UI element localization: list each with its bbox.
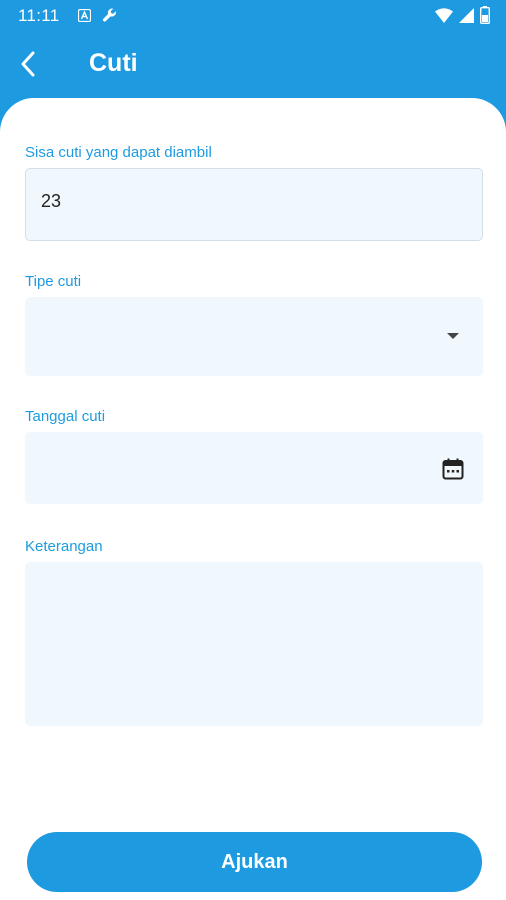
- wrench-icon: [102, 8, 116, 22]
- battery-icon: [480, 6, 490, 24]
- leave-date-label: Tanggal cuti: [25, 408, 106, 425]
- status-time: 11:11: [18, 6, 60, 25]
- wifi-icon: [435, 7, 453, 23]
- notes-textarea[interactable]: [25, 562, 483, 726]
- calendar-icon[interactable]: [441, 457, 465, 481]
- status-bar: 11:11: [0, 0, 506, 32]
- dropdown-arrow-icon: [447, 333, 459, 339]
- remaining-leave-field[interactable]: 23: [25, 168, 483, 241]
- remaining-leave-label: Sisa cuti yang dapat diambil: [25, 144, 212, 161]
- accessibility-icon: [78, 9, 91, 22]
- back-button[interactable]: [10, 44, 46, 84]
- leave-type-dropdown[interactable]: [25, 297, 483, 376]
- page-title: Cuti: [89, 49, 138, 77]
- submit-button[interactable]: Ajukan: [27, 832, 482, 892]
- remaining-leave-value: 23: [41, 191, 62, 211]
- form-sheet: Sisa cuti yang dapat diambil 23 Tipe cut…: [0, 98, 506, 900]
- notes-label: Keterangan: [25, 538, 103, 555]
- leave-type-label: Tipe cuti: [25, 273, 82, 290]
- status-right-icons: [435, 6, 490, 24]
- app-header: Cuti: [0, 32, 506, 100]
- leave-date-field[interactable]: [25, 432, 483, 504]
- signal-icon: [459, 7, 474, 23]
- chevron-left-icon: [21, 51, 35, 77]
